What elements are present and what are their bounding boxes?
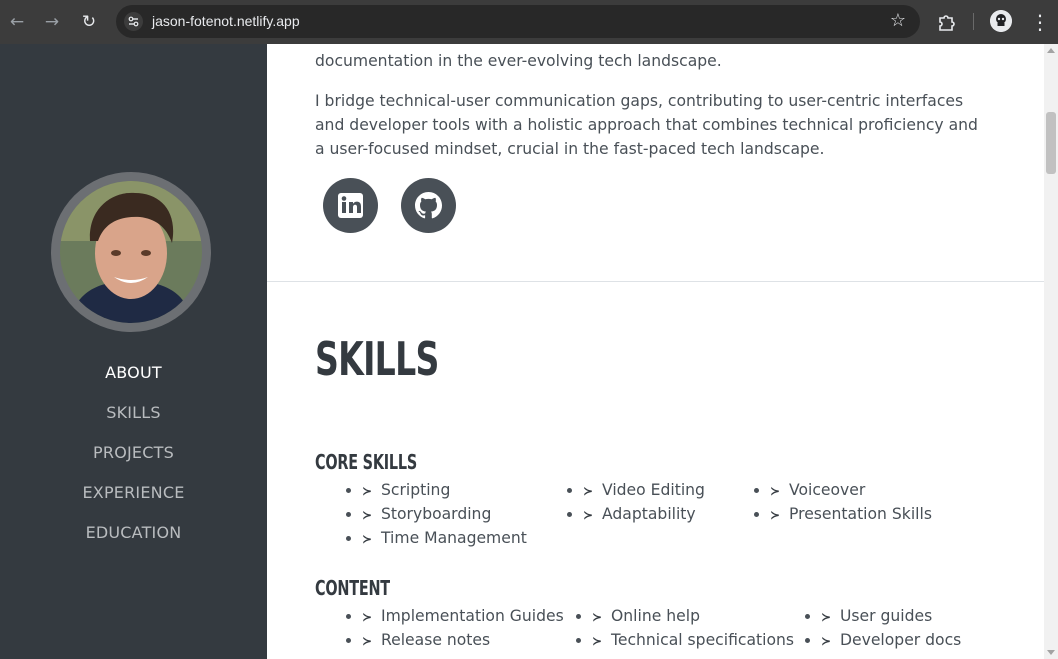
bullet-icon: ≻ [770, 508, 781, 522]
bullet-icon: ≻ [821, 634, 832, 648]
linkedin-icon [338, 193, 363, 218]
nav-item-skills[interactable]: SKILLS [0, 402, 267, 442]
bullet-icon: ≻ [821, 610, 832, 624]
list-item: ≻Online help [592, 604, 700, 629]
list-item: ≻Storyboarding [362, 502, 491, 527]
list-item: ≻Adaptability [583, 502, 696, 527]
reload-icon[interactable]: ↻ [77, 10, 101, 34]
bullet-icon: ≻ [362, 634, 373, 648]
browser-toolbar: ← → ↻ jason-fotenot.netlify.app ☆ ⋮ [0, 0, 1058, 44]
browser-menu-icon[interactable]: ⋮ [1030, 10, 1050, 34]
bookmark-star-icon[interactable]: ☆ [890, 10, 906, 31]
bullet-icon: ≻ [770, 484, 781, 498]
nav-item-projects[interactable]: PROJECTS [0, 442, 267, 482]
site-settings-icon[interactable] [124, 12, 143, 31]
scroll-up-icon[interactable] [1047, 48, 1055, 53]
list-item: ≻Developer docs [821, 628, 961, 653]
back-icon[interactable]: ← [5, 10, 29, 34]
bullet-icon: ≻ [583, 508, 594, 522]
url-text: jason-fotenot.netlify.app [152, 13, 300, 29]
sidebar: ABOUT SKILLS PROJECTS EXPERIENCE EDUCATI… [0, 44, 267, 659]
list-item: ≻Voiceover [770, 478, 865, 503]
skills-heading: SKILLS [315, 332, 439, 386]
address-bar[interactable]: jason-fotenot.netlify.app ☆ [116, 5, 920, 38]
nav-item-about[interactable]: ABOUT [0, 362, 267, 402]
linkedin-link[interactable] [323, 178, 378, 233]
extensions-icon[interactable] [936, 11, 958, 33]
content-heading: CONTENT [315, 576, 390, 600]
profile-avatar[interactable] [990, 10, 1012, 32]
bullet-icon: ≻ [362, 508, 373, 522]
core-skills-heading: CORE SKILLS [315, 450, 417, 474]
list-item: ≻Presentation Skills [770, 502, 932, 527]
github-icon [415, 192, 442, 219]
forward-icon[interactable]: → [40, 10, 64, 34]
bullet-icon: ≻ [583, 484, 594, 498]
bullet-icon: ≻ [362, 610, 373, 624]
page-scrollbar[interactable] [1044, 44, 1058, 659]
profile-photo-frame [51, 172, 211, 332]
main-content: documentation in the ever-evolving tech … [267, 44, 1044, 659]
list-item: ≻Time Management [362, 526, 527, 551]
bullet-icon: ≻ [592, 634, 603, 648]
list-item: ≻Video Editing [583, 478, 705, 503]
list-item: ≻Technical specifications [592, 628, 794, 653]
list-item: ≻Scripting [362, 478, 450, 503]
profile-photo [60, 181, 202, 323]
nav-item-education[interactable]: EDUCATION [0, 522, 267, 562]
list-item: ≻Implementation Guides [362, 604, 564, 629]
about-paragraph-tail: documentation in the ever-evolving tech … [315, 52, 722, 70]
about-paragraph: I bridge technical-user communication ga… [315, 92, 978, 158]
scroll-thumb[interactable] [1046, 112, 1056, 174]
bullet-icon: ≻ [592, 610, 603, 624]
scroll-down-icon[interactable] [1047, 650, 1055, 655]
bullet-icon: ≻ [362, 532, 373, 546]
bullet-icon: ≻ [362, 484, 373, 498]
toolbar-separator [973, 13, 974, 30]
list-item: ≻User guides [821, 604, 932, 629]
nav-item-experience[interactable]: EXPERIENCE [0, 482, 267, 522]
github-link[interactable] [401, 178, 456, 233]
sidebar-nav: ABOUT SKILLS PROJECTS EXPERIENCE EDUCATI… [0, 362, 267, 562]
section-divider [267, 281, 1044, 282]
list-item: ≻Release notes [362, 628, 490, 653]
